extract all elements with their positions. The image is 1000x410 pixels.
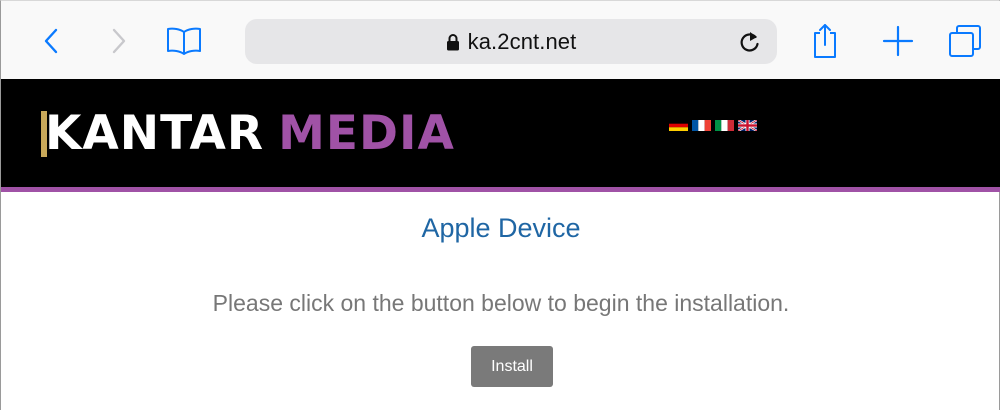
browser-window: ka.2cnt.net KANTAR MEDIA Apple Device Pl… [0, 0, 1000, 410]
open-book-icon [167, 27, 201, 55]
chevron-right-icon [112, 28, 126, 54]
page-title: Apple Device [421, 213, 581, 243]
url-container: ka.2cnt.net [245, 19, 777, 64]
share-icon [814, 24, 836, 58]
lock-icon [446, 33, 459, 50]
reload-button[interactable] [731, 23, 769, 61]
site-header: KANTAR MEDIA [1, 79, 1000, 187]
install-button[interactable]: Install [471, 346, 553, 387]
url-text: ka.2cnt.net [467, 28, 577, 54]
it-flag-icon[interactable] [715, 120, 734, 131]
tabs-button[interactable] [947, 21, 983, 61]
logo-text-media: MEDIA [278, 105, 455, 161]
language-selector [669, 120, 757, 132]
bookmarks-button[interactable] [166, 21, 202, 61]
fr-flag-icon[interactable] [692, 120, 711, 131]
browser-toolbar: ka.2cnt.net [1, 1, 1000, 79]
header-divider [1, 187, 1000, 192]
instruction-text: Please click on the button below to begi… [212, 290, 790, 316]
chevron-left-icon [44, 28, 58, 54]
logo-text-kantar: KANTAR [45, 105, 265, 161]
address-bar[interactable]: ka.2cnt.net [245, 19, 777, 64]
de-flag-icon[interactable] [669, 120, 688, 131]
new-tab-button[interactable] [880, 21, 916, 61]
back-button[interactable] [33, 21, 69, 61]
kantar-media-logo[interactable]: KANTAR MEDIA [41, 103, 455, 163]
plus-icon [882, 25, 914, 57]
tabs-icon [949, 25, 981, 57]
logo-accent-bar [41, 111, 47, 157]
forward-button[interactable] [101, 21, 137, 61]
uk-flag-icon[interactable] [738, 120, 757, 131]
reload-icon [740, 32, 759, 52]
share-button[interactable] [807, 21, 843, 61]
